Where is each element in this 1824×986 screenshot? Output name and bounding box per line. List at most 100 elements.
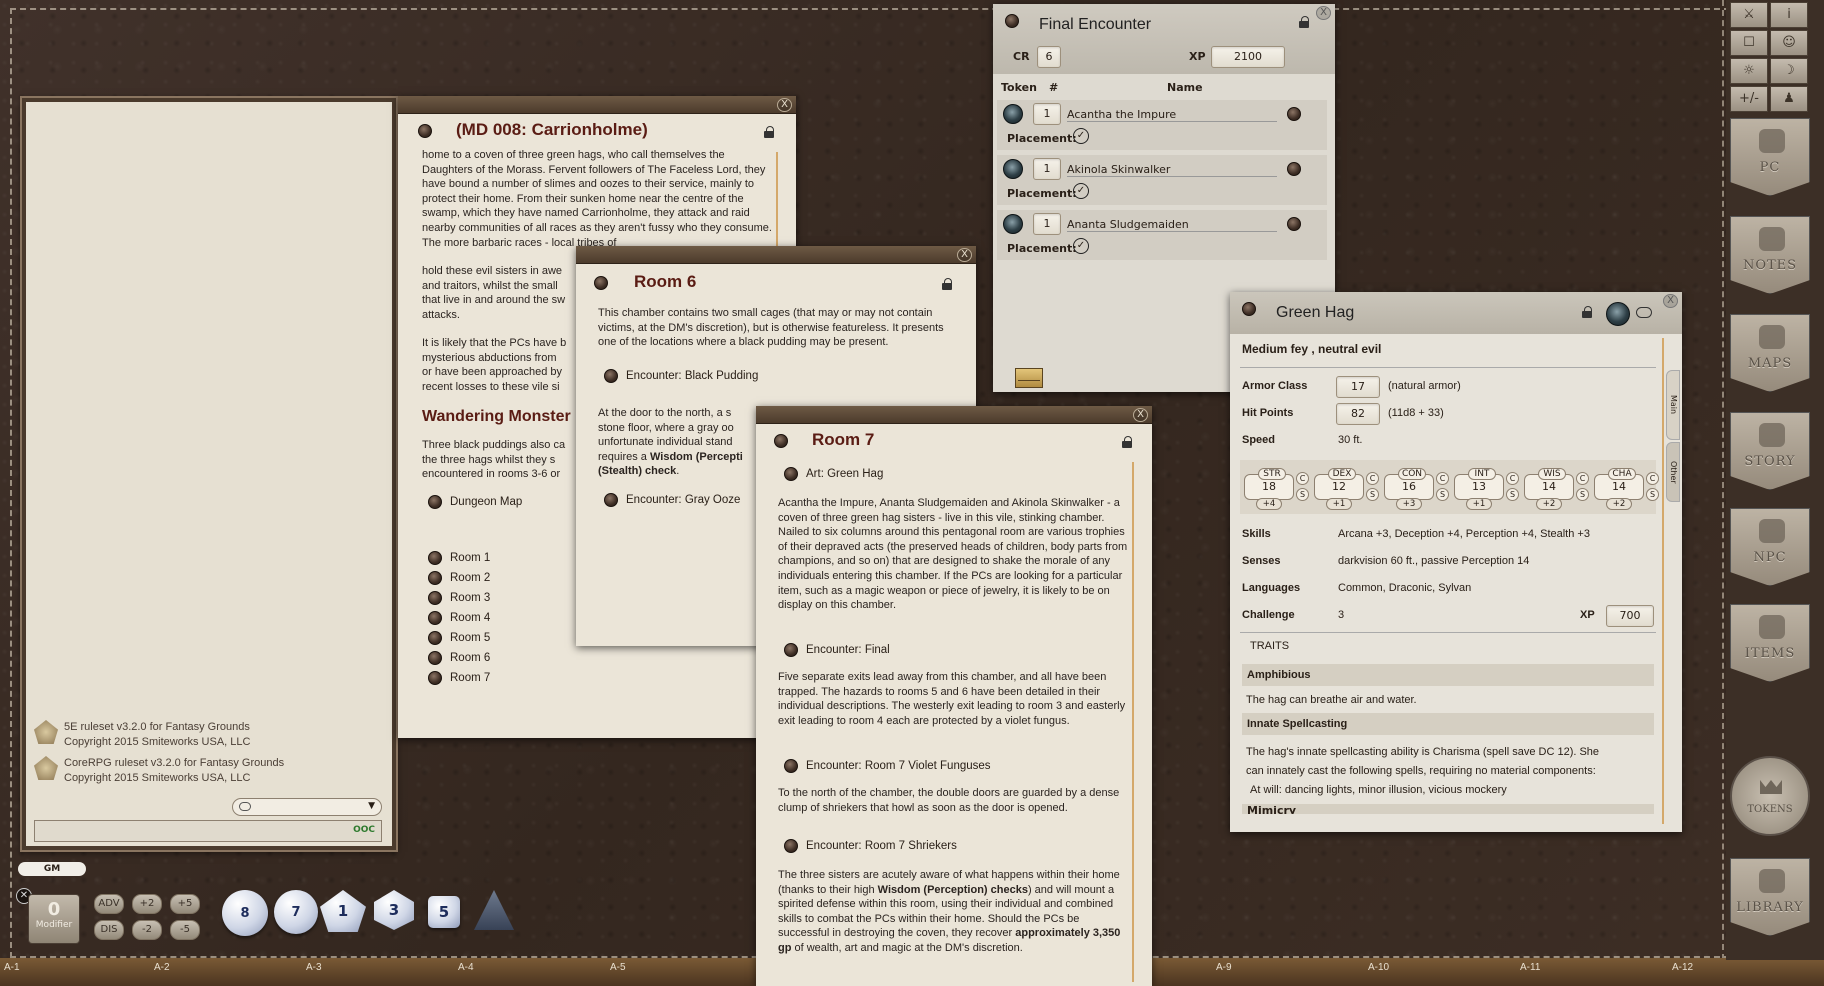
trait-name[interactable]: Innate Spellcasting <box>1242 713 1654 735</box>
light-button[interactable]: ☼ <box>1730 58 1768 84</box>
link-icon[interactable] <box>1287 217 1301 231</box>
encounter-link[interactable]: Encounter: Final <box>784 640 890 660</box>
xp-field[interactable]: 700 <box>1606 605 1654 627</box>
cr-field[interactable]: 6 <box>1037 46 1061 68</box>
hp-field[interactable]: 82 <box>1336 403 1380 425</box>
token-icon[interactable] <box>1003 214 1023 234</box>
link-icon[interactable] <box>1287 162 1301 176</box>
chat-mode-select[interactable]: ▼ <box>232 798 382 816</box>
link-icon[interactable] <box>418 124 432 138</box>
close-button[interactable]: X <box>1133 408 1148 422</box>
d12-die[interactable]: 7 <box>274 890 318 934</box>
trait-name[interactable]: Amphibious <box>1242 664 1654 686</box>
encounter-link[interactable]: Encounter: Room 7 Shriekers <box>784 836 957 856</box>
scroll-button[interactable]: ☐ <box>1730 30 1768 56</box>
speech-icon[interactable] <box>1636 307 1652 318</box>
close-button[interactable]: X <box>957 248 972 262</box>
chat-input[interactable]: OOC <box>34 820 382 842</box>
npc-name[interactable]: Akinola Skinwalker <box>1067 163 1277 177</box>
sidebar-tokens-button[interactable]: TOKENS <box>1730 756 1810 836</box>
encounter-link[interactable]: Encounter: Black Pudding <box>604 366 758 386</box>
d20-die[interactable]: 8 <box>222 890 268 936</box>
sidebar-library-button[interactable]: LIBRARY <box>1730 858 1810 936</box>
close-button[interactable]: X <box>1663 294 1678 308</box>
party-button[interactable]: ♟ <box>1770 86 1808 112</box>
token-icon[interactable] <box>1003 159 1023 179</box>
count-field[interactable]: 1 <box>1033 103 1061 125</box>
time-button[interactable]: ☽ <box>1770 58 1808 84</box>
room-link[interactable]: Room 6 <box>428 648 490 668</box>
link-icon[interactable] <box>1287 107 1301 121</box>
d4-die[interactable] <box>474 890 514 930</box>
count-field[interactable]: 1 <box>1033 213 1061 235</box>
encounter-link[interactable]: Encounter: Gray Ooze <box>604 490 740 510</box>
d10-die[interactable]: 1 <box>320 890 366 932</box>
gm-badge: GM <box>18 862 86 876</box>
lock-icon[interactable] <box>942 278 952 290</box>
modifier-box[interactable]: 0 Modifier <box>28 894 80 944</box>
room-link[interactable]: Room 2 <box>428 568 490 588</box>
lock-icon[interactable] <box>1122 436 1132 448</box>
scrollbar[interactable] <box>1132 462 1134 982</box>
lock-icon[interactable] <box>1299 16 1309 28</box>
room-link[interactable]: Room 3 <box>428 588 490 608</box>
plus2-button[interactable]: +2 <box>132 894 162 914</box>
tab-main[interactable]: Main <box>1666 370 1680 440</box>
lock-icon[interactable] <box>1582 306 1592 318</box>
story-text: It is likely that the PCs have b mysterio… <box>422 337 567 393</box>
encounter-link[interactable]: Encounter: Room 7 Violet Funguses <box>784 756 991 776</box>
envelope-icon[interactable] <box>1015 368 1043 388</box>
count-field[interactable]: 1 <box>1033 158 1061 180</box>
hp-note: (11d8 + 33) <box>1388 407 1444 419</box>
d8-die[interactable]: 3 <box>374 890 414 930</box>
room-link[interactable]: Room 1 <box>428 548 490 568</box>
placement-check-icon[interactable]: ✓ <box>1073 238 1089 254</box>
room-link[interactable]: Room 7 <box>428 668 490 688</box>
sidebar-items-button[interactable]: ITEMS <box>1730 604 1810 682</box>
d6-die[interactable]: 5 <box>428 896 460 928</box>
sidebar-pc-button[interactable]: PC <box>1730 118 1810 196</box>
placement-label: Placement: <box>1007 132 1077 145</box>
close-button[interactable]: X <box>1316 6 1331 20</box>
art-link[interactable]: Art: Green Hag <box>784 464 883 484</box>
minus5-button[interactable]: -5 <box>170 920 200 940</box>
sidebar-notes-button[interactable]: NOTES <box>1730 216 1810 294</box>
token-icon[interactable] <box>1003 104 1023 124</box>
adv-button[interactable]: ADV <box>94 894 124 914</box>
npc-name[interactable]: Ananta Sludgemaiden <box>1067 218 1277 232</box>
plus5-button[interactable]: +5 <box>170 894 200 914</box>
close-button[interactable]: X <box>777 98 792 112</box>
link-icon[interactable] <box>774 434 788 448</box>
modifier-button[interactable]: +/- <box>1730 86 1768 112</box>
info-button[interactable]: i <box>1770 2 1808 28</box>
ac-field[interactable]: 17 <box>1336 376 1380 398</box>
challenge-value: 3 <box>1338 609 1345 621</box>
placement-check-icon[interactable]: ✓ <box>1073 183 1089 199</box>
sidebar-maps-button[interactable]: MAPS <box>1730 314 1810 392</box>
window-title: Green Hag <box>1276 304 1355 321</box>
npc-name[interactable]: Acantha the Impure <box>1067 108 1277 122</box>
tab-other[interactable]: Other <box>1666 442 1680 502</box>
ooc-toggle[interactable]: OOC <box>353 825 375 835</box>
stat-con: 16 CON +3 CS <box>1382 468 1449 510</box>
room-link[interactable]: Room 4 <box>428 608 490 628</box>
link-icon[interactable] <box>594 276 608 290</box>
xp-field[interactable]: 2100 <box>1211 46 1285 68</box>
section-heading: Wandering Monster <box>422 408 571 425</box>
link-icon[interactable] <box>1242 302 1256 316</box>
col-token: Token <box>1001 81 1037 94</box>
dungeon-map-link[interactable]: Dungeon Map <box>428 492 522 512</box>
sidebar-story-button[interactable]: STORY <box>1730 412 1810 490</box>
mood-button[interactable]: ☺ <box>1770 30 1808 56</box>
combat-tracker-button[interactable]: ⚔ <box>1730 2 1768 28</box>
dis-button[interactable]: DIS <box>94 920 124 940</box>
sidebar-npc-button[interactable]: NPC <box>1730 508 1810 586</box>
token-icon[interactable] <box>1606 302 1630 326</box>
lock-icon[interactable] <box>764 126 774 138</box>
room-link[interactable]: Room 5 <box>428 628 490 648</box>
minus2-button[interactable]: -2 <box>132 920 162 940</box>
scrollbar[interactable] <box>1662 338 1664 824</box>
placement-check-icon[interactable]: ✓ <box>1073 128 1089 144</box>
die-icon <box>34 756 58 780</box>
link-icon[interactable] <box>1005 14 1019 28</box>
